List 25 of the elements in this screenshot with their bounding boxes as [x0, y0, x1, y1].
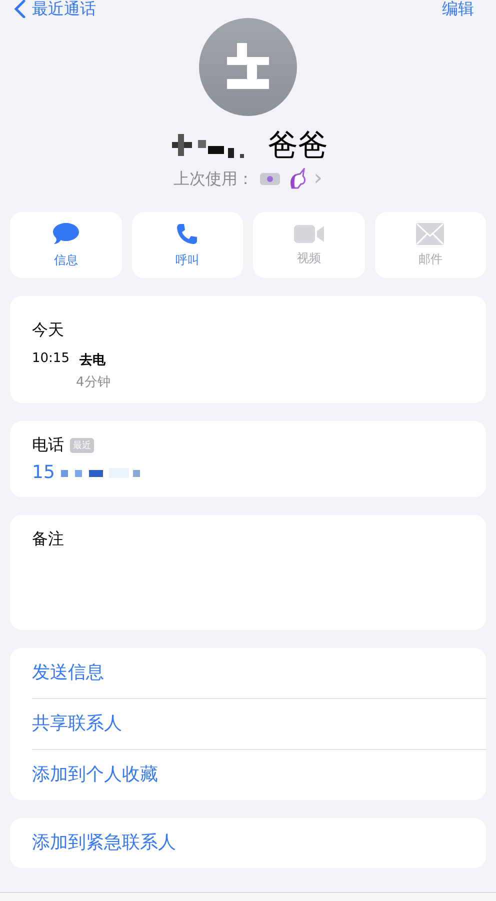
action-link[interactable]: 发送信息 [32, 648, 486, 699]
sim-icon [260, 173, 280, 185]
last-used-label: 上次使用： [174, 168, 254, 190]
edit-link[interactable]: 编辑 [442, 0, 474, 18]
call-button[interactable]: 呼叫 [132, 212, 243, 278]
action-link[interactable]: 共享联系人 [32, 699, 486, 750]
phone-label: 电话 [32, 435, 64, 456]
phone-icon [175, 222, 200, 246]
envelope-icon [416, 222, 444, 244]
video-camera-icon [294, 224, 324, 244]
speech-bubble-icon [52, 222, 80, 246]
message-button[interactable]: 信息 [10, 212, 122, 278]
action-link[interactable]: 添加到个人收藏 [32, 750, 486, 800]
phone-number-link[interactable]: 15 [32, 462, 55, 483]
emergency-contact-link[interactable]: 添加到紧急联系人 [32, 818, 486, 868]
notes-field[interactable]: 备注 [10, 515, 486, 630]
pixelated-drawing [227, 43, 269, 91]
call-time: 10:15 [32, 351, 70, 368]
back-icon [14, 0, 26, 18]
call-type: 去电 [79, 352, 106, 369]
back-link[interactable]: 最近通话 [14, 0, 96, 18]
call-duration: 4分钟 [76, 374, 112, 391]
contact-name: 爸爸 [268, 128, 328, 164]
date-heading: 今天 [32, 320, 65, 341]
notes-label: 备注 [32, 529, 65, 550]
